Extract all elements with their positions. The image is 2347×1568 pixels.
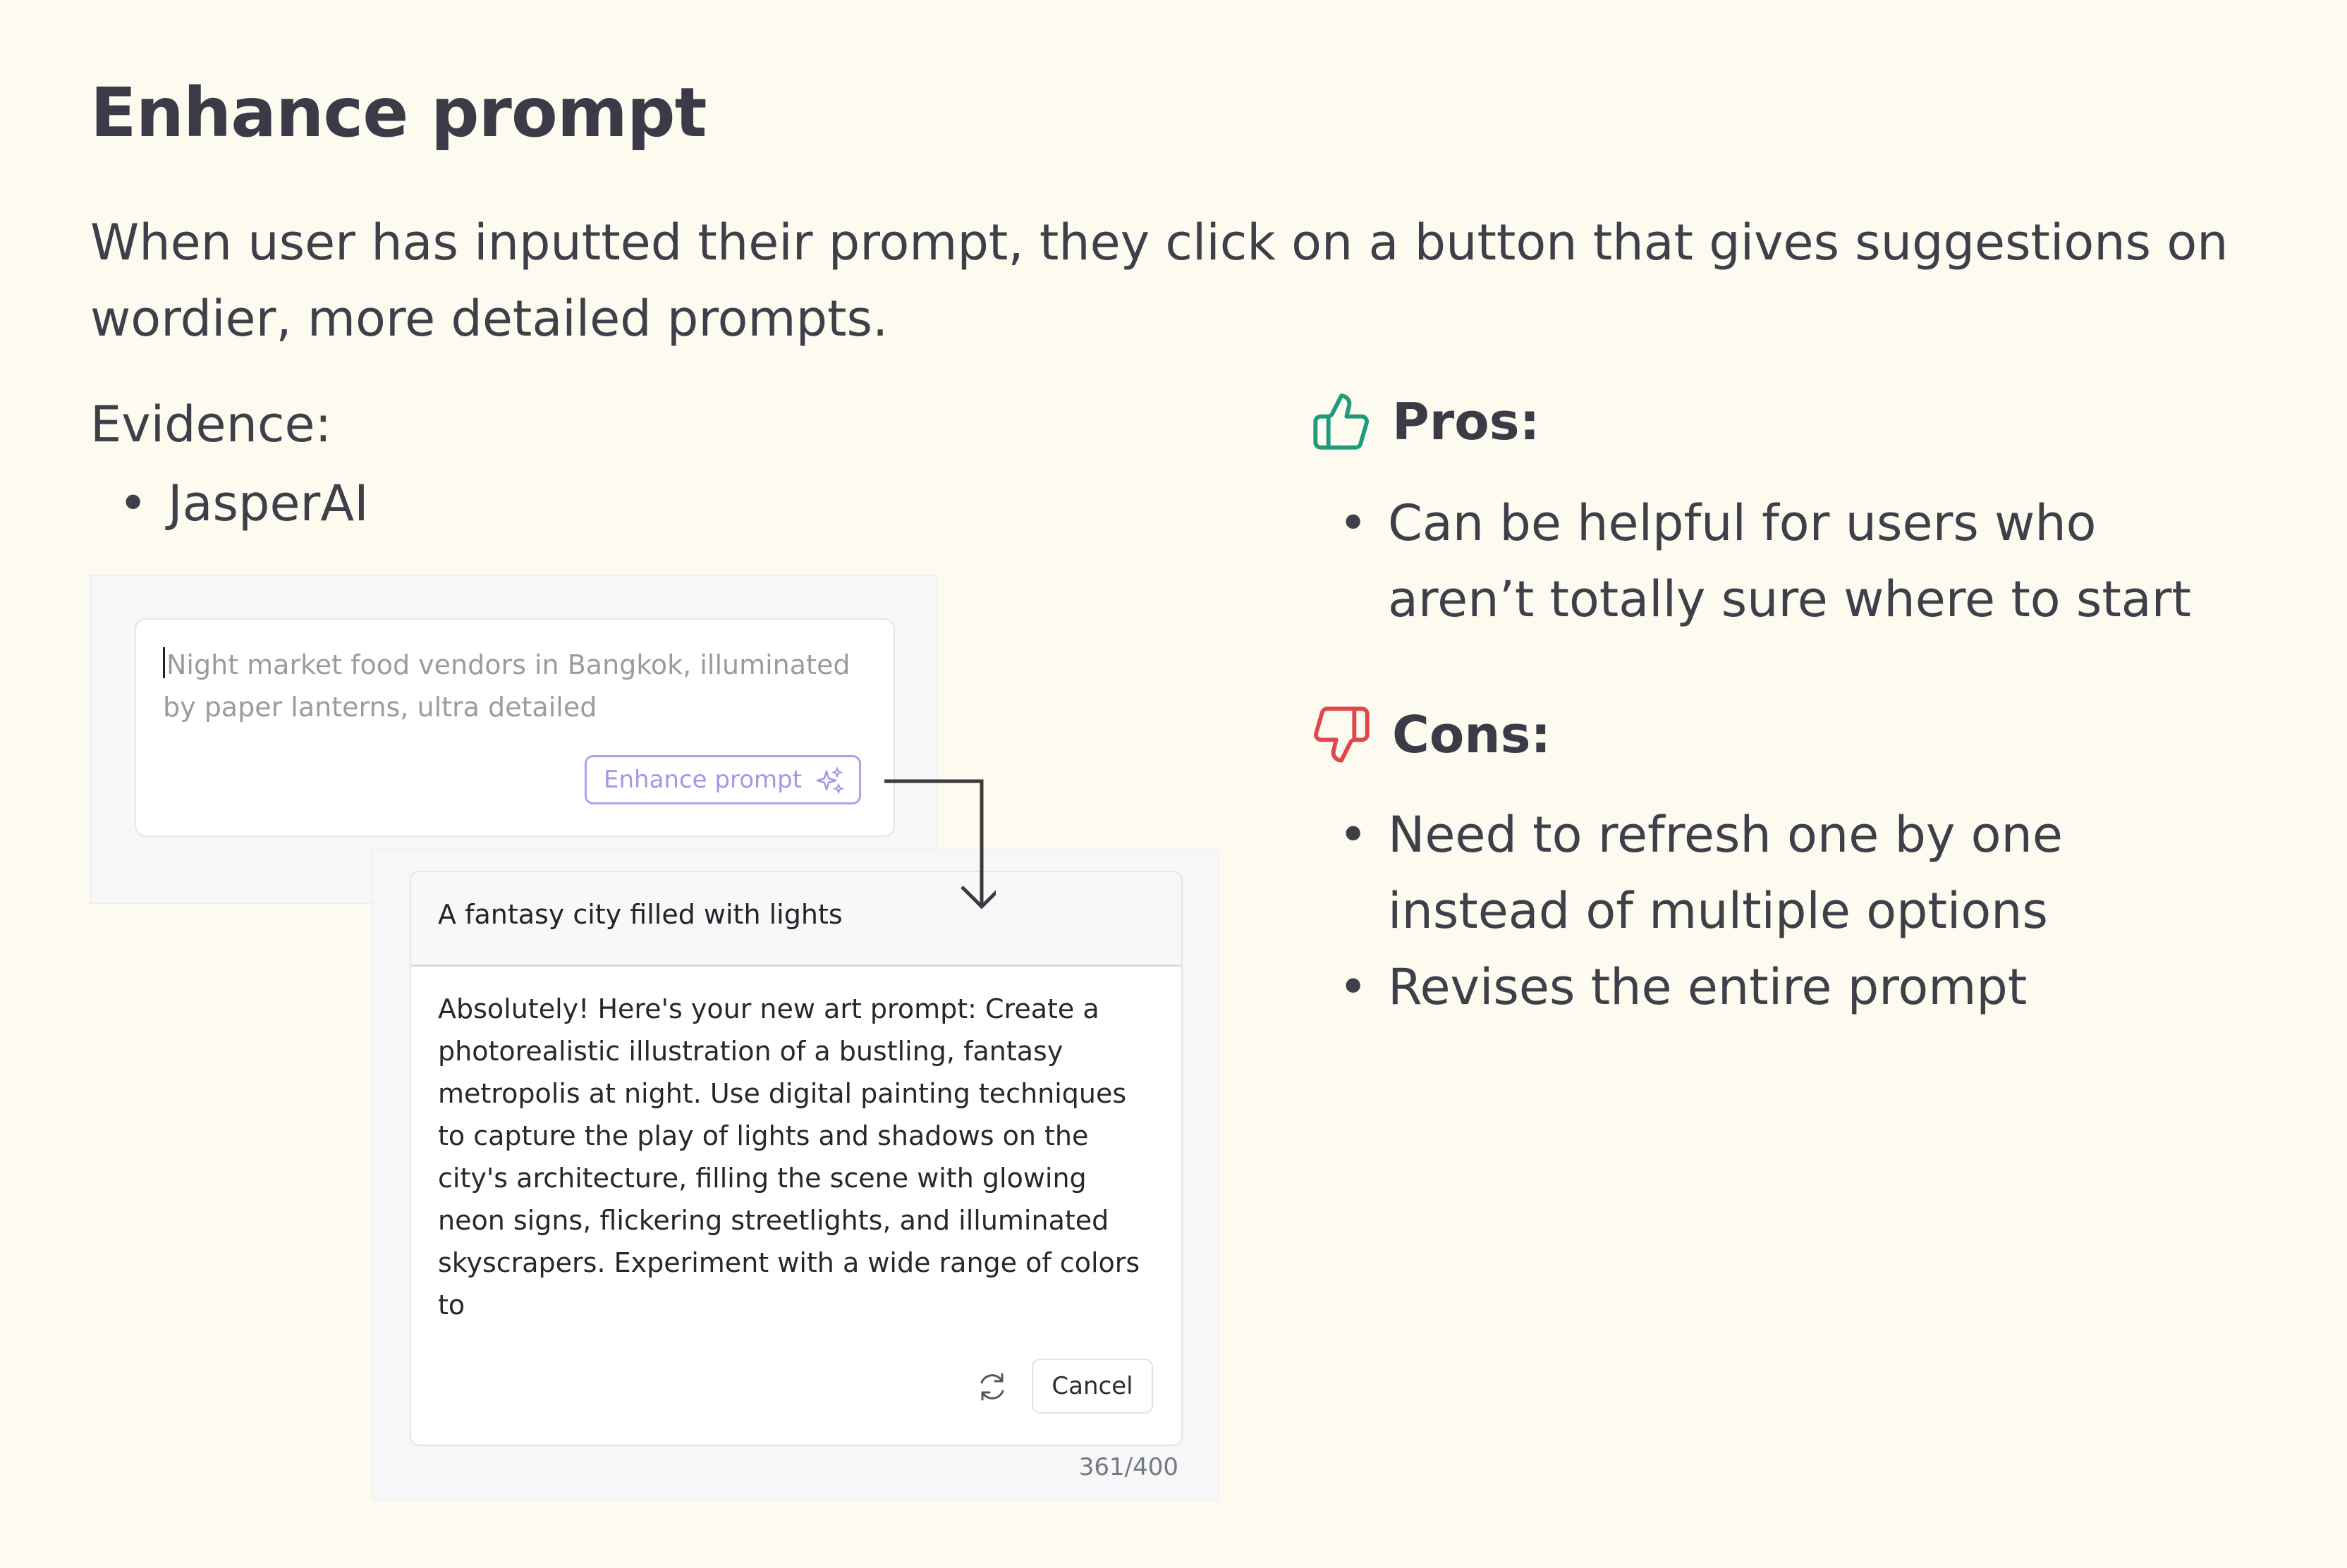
enhanced-result-screenshot: A fantasy city filled with lights Absolu… [372,849,1219,1500]
prompt-input-text: Night market food vendors in Bangkok, il… [163,649,851,723]
evidence-item: JasperAI [118,474,369,533]
description: When user has inputted their prompt, the… [90,214,2229,348]
enhance-prompt-button[interactable]: Enhance prompt [585,755,861,804]
enhance-prompt-label: Enhance prompt [604,766,803,794]
evidence-list: JasperAI [118,474,369,533]
thumbs-down-icon [1314,706,1370,763]
thumbs-up-icon [1313,393,1369,450]
pros-item: Can be helpful for users who aren’t tota… [1339,485,2255,637]
prompt-input-card: Night market food vendors in Bangkok, il… [135,618,895,837]
cons-item: Need to refresh one by one instead of mu… [1339,797,2255,949]
sparkle-icon [816,767,845,795]
text-caret [163,647,165,678]
page-title: Enhance prompt [90,73,707,152]
result-header: A fantasy city filled with lights [411,872,1181,967]
cons-item: Revises the entire prompt [1339,949,2255,1025]
cancel-button[interactable]: Cancel [1032,1359,1153,1414]
evidence-label: Evidence: [90,396,332,453]
connector-arrow [884,779,996,909]
enhanced-result-card: A fantasy city filled with lights Absolu… [410,871,1183,1446]
pros-list: Can be helpful for users who aren’t tota… [1339,485,2255,637]
result-body: Absolutely! Here's your new art prompt: … [438,993,1140,1321]
prompt-input-field[interactable]: Night market food vendors in Bangkok, il… [163,644,868,728]
pros-label: Pros: [1392,392,1540,451]
cons-list: Need to refresh one by one instead of mu… [1339,797,2255,1025]
refresh-icon[interactable] [974,1368,1011,1405]
cons-heading: Cons: [1310,702,1551,767]
cons-label: Cons: [1392,705,1552,764]
pros-heading: Pros: [1310,389,1540,454]
character-counter: 361/400 [1078,1453,1178,1481]
